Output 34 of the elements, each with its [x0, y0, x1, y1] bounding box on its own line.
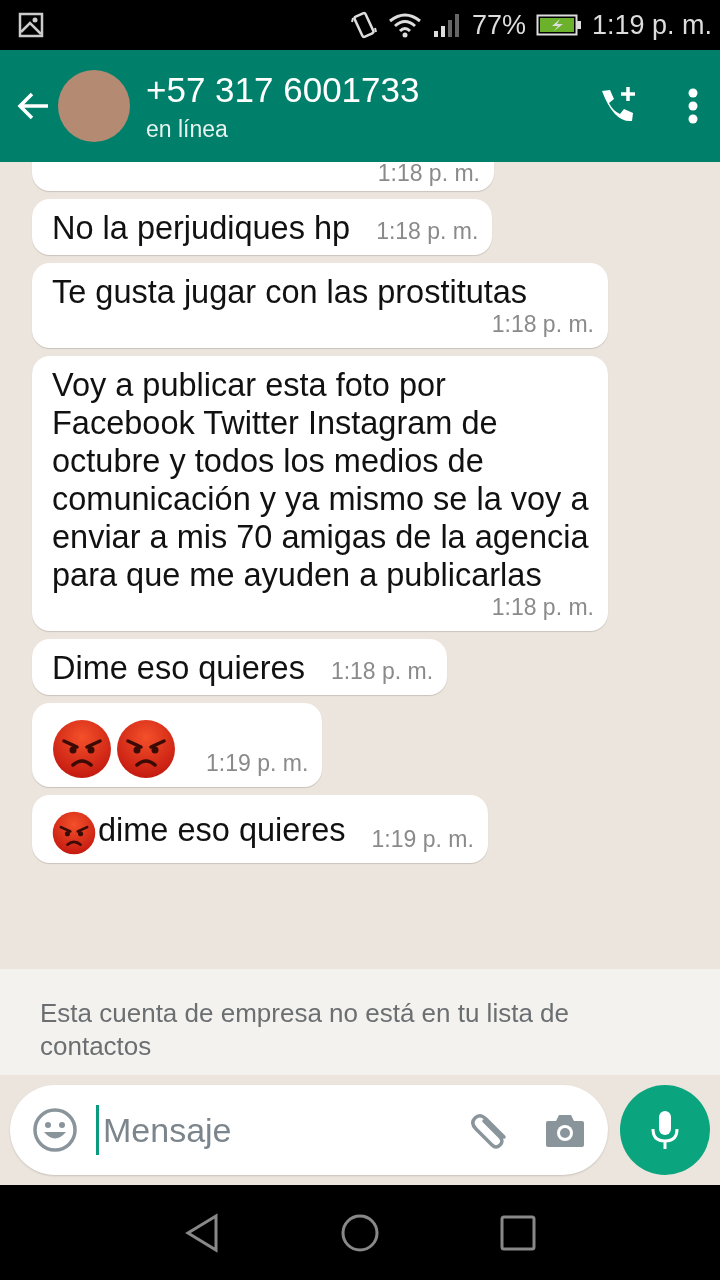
contact-name[interactable]: +57 317 6001733 — [146, 69, 596, 110]
message-time: 1:19 p. m. — [206, 750, 309, 778]
message-time: 1:18 p. m. — [377, 162, 480, 187]
vibrate-icon — [349, 10, 378, 40]
message-time: 1:19 p. m. — [371, 826, 474, 854]
angry-face-icon — [52, 811, 96, 855]
back-arrow-icon[interactable] — [16, 91, 50, 121]
message-time: 1:18 p. m. — [491, 311, 594, 339]
clock: 1:19 p. m. — [591, 9, 712, 41]
angry-face-icon — [52, 719, 112, 779]
message-field[interactable]: Mensaje — [10, 1085, 608, 1175]
message-text: Te gusta jugar con las prostitutas — [52, 273, 528, 311]
battery-charging-icon — [535, 14, 582, 36]
message-input[interactable]: Mensaje — [101, 1109, 452, 1151]
signal-icon — [431, 12, 462, 38]
message-text: dime eso quieres — [98, 811, 346, 849]
message-text: No la perjudiques hp — [52, 209, 351, 247]
message-text: Voy a publicar esta foto por Facebook Twitter Instagram de octubre y todos los medios de comunicación y ya mismo se la voy a enviar a mis 70 amigas de la agencia para que me ayuden a publicarlas — [52, 366, 590, 594]
message-text: Dime eso quieres — [52, 649, 305, 687]
smiley-icon[interactable] — [32, 1107, 78, 1153]
business-notice: Esta cuenta de empresa no está en tu lista de contactos — [0, 969, 720, 1075]
battery-percent: 77% — [471, 9, 526, 41]
home-nav-icon[interactable] — [340, 1212, 380, 1253]
message-time: 1:18 p. m. — [491, 594, 594, 622]
back-nav-icon[interactable] — [184, 1212, 220, 1253]
message-time: 1:18 p. m. — [376, 218, 479, 246]
angry-face-icon — [116, 719, 176, 779]
gallery-icon — [18, 12, 44, 38]
more-options-icon[interactable] — [688, 88, 698, 124]
online-status: en línea — [146, 115, 229, 143]
wifi-icon — [387, 12, 422, 38]
message-time: 1:18 p. m. — [330, 658, 434, 686]
microphone-icon — [650, 1109, 680, 1151]
recents-nav-icon[interactable] — [500, 1214, 536, 1251]
